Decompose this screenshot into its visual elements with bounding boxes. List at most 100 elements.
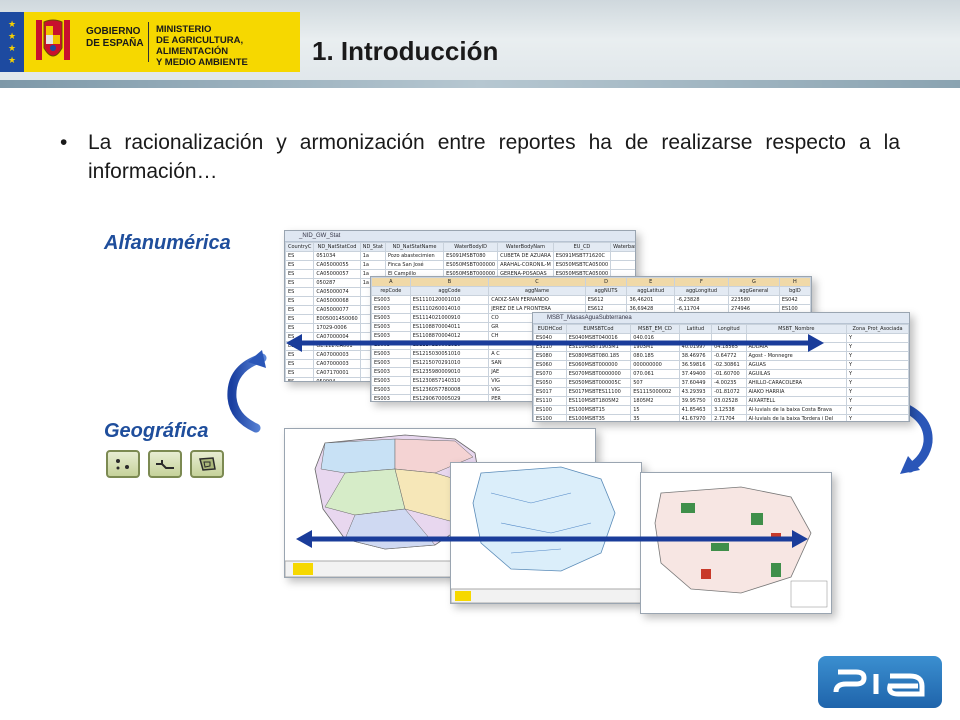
column-header: aggNUTS [584, 286, 628, 296]
column-letter: F [674, 277, 729, 287]
column-letter: E [626, 277, 676, 287]
table-cell: -4.00235 [711, 378, 747, 388]
table-cell [610, 251, 635, 261]
sheet-title: _NID_GW_Stat [285, 231, 635, 242]
table-cell: CA05000055 [313, 260, 361, 270]
table-cell: ES110 [533, 396, 567, 406]
column-header: bgID [778, 286, 811, 296]
table-cell: AIXARTELL [745, 396, 848, 406]
page-title: 1. Introducción [312, 36, 499, 66]
sia-logo [818, 656, 942, 708]
table-cell: ES1290670005029 [409, 394, 490, 401]
table-cell: ES1110260014010 [409, 304, 490, 314]
table-cell: ES [285, 260, 315, 270]
table-cell: ES [285, 359, 315, 369]
table-cell: 1805M2 [630, 396, 680, 406]
table-cell: 050994 [313, 377, 361, 381]
spreadsheet-groundwater-bodies: MSBT_MasasAguaSubterranea EUDHCod EUMSBT… [532, 312, 910, 422]
table-cell [610, 260, 635, 270]
table-cell: ES003 [371, 367, 411, 377]
table-cell: ES [285, 314, 315, 324]
table-cell: 41.85463 [678, 405, 713, 415]
table-cell: 3.12538 [711, 405, 747, 415]
table-cell: ES060 [533, 360, 567, 370]
government-name: GOBIERNO DE ESPAÑA [86, 26, 144, 50]
column-header: aggName [488, 286, 586, 296]
table-cell: Y [846, 414, 909, 421]
column-header: WaterBodyID [443, 242, 499, 252]
table-cell: ES003 [371, 295, 411, 305]
table-cell: ES100MSBT15 [565, 405, 632, 415]
table-cell: ES110MSBT1805M2 [565, 396, 632, 406]
table-cell: ARAHAL-CORONIL-M [497, 260, 554, 270]
table-cell: ES003 [371, 358, 411, 368]
table-cell: 35 [630, 414, 680, 421]
bullet-marker: • [60, 131, 68, 154]
table-cell: Y [846, 333, 909, 343]
bullet-text: La racionalización y armonización entre … [88, 131, 900, 183]
table-header-row: repCode aggCode aggName aggNUTS aggLatit… [371, 286, 811, 296]
table-row: ES003 ES1110120001010 CADIZ-SAN FERNANDO ES… [371, 295, 811, 305]
gov-line-1: GOBIERNO [86, 26, 141, 37]
table-cell: ES1235980009010 [409, 367, 490, 377]
polygon-icon [190, 450, 224, 478]
ministry-line-1: MINISTERIO [156, 24, 212, 35]
column-letter: G [727, 277, 780, 287]
table-cell: Pozo abastecimien [384, 251, 445, 261]
table-cell: ES [285, 269, 315, 279]
ministry-line-3: Y MEDIO AMBIENTE [156, 57, 248, 68]
label-geografica: Geográfica [104, 420, 209, 442]
table-cell: Y [846, 405, 909, 415]
coat-of-arms-icon [36, 19, 70, 60]
table-cell: 000000000 [630, 360, 680, 370]
table-cell: E005001450060 [313, 314, 361, 324]
table-cell: ES050 [533, 378, 567, 388]
table-cell: Y [846, 396, 909, 406]
table-row: ES017 ES017MSBTES11100 ES1115000002 43.2939… [533, 387, 909, 397]
table-cell: ES1110120001010 [409, 295, 490, 305]
table-cell: ES [285, 287, 315, 297]
table-cell: 37.60449 [678, 378, 713, 388]
table-cell: 43.29393 [678, 387, 713, 397]
table-cell: CA05000077 [313, 305, 361, 315]
table-row: ES CA05000055 1a Finca San José ES050MSBT000… [285, 260, 635, 270]
table-row: ES100 ES100MSBT15 15 41.85463 3.12538 Al·luvi… [533, 405, 909, 415]
table-cell: -01.81072 [711, 387, 747, 397]
table-cell: CA05000074 [313, 287, 361, 297]
table-cell: ES1108870004011 [409, 322, 490, 332]
sia-logo-icon [833, 669, 925, 697]
government-logo: GOBIERNO DE ESPAÑA MINISTERIO DE AGRICUL… [24, 12, 300, 72]
column-header: repCode [371, 286, 411, 296]
table-cell: CA05000068 [313, 296, 361, 306]
table-cell: CA07170001 [313, 368, 361, 378]
line-icon [148, 450, 182, 478]
table-cell: 1a [359, 260, 386, 270]
table-cell: -6,23828 [674, 295, 729, 305]
column-header: EU_CD [552, 242, 612, 252]
table-cell: ES612 [584, 295, 628, 305]
table-cell: ES100 [533, 405, 567, 415]
table-row: ES060 ES060MSBT000000 000000000 36.59816 -02… [533, 360, 909, 370]
table-cell: Y [846, 378, 909, 388]
table-cell: ES1215070291010 [409, 358, 490, 368]
table-cell: ES060MSBT000000 [565, 360, 632, 370]
table-row: ES050 ES050MSBT000005C 507 37.60449 -4.00235… [533, 378, 909, 388]
geometry-icons [106, 450, 224, 478]
table-cell: ES050MSBT000005C [565, 378, 632, 388]
table-cell: Al·luvials de la baixa Costa Brava [745, 405, 848, 415]
column-header: ND_NatStatCod [313, 242, 361, 252]
table-cell: Y [846, 351, 909, 361]
double-arrow-maps-icon [296, 530, 808, 548]
table-cell: CUBETA DE AZUARA [497, 251, 554, 261]
table-cell: 1a [359, 251, 386, 261]
ministry-line-2: DE AGRICULTURA, ALIMENTACIÓN [156, 35, 244, 57]
table-cell: ES [285, 368, 315, 378]
table-cell: ES [285, 251, 315, 261]
table-cell: 37.49400 [678, 369, 713, 379]
table-cell: 507 [630, 378, 680, 388]
column-header: WaterBodyNam [497, 242, 554, 252]
table-cell: ES1236057780008 [409, 385, 490, 395]
table-cell: 070.061 [630, 369, 680, 379]
table-cell: ES100 [533, 414, 567, 421]
table-cell: CADIZ-SAN FERNANDO [488, 295, 586, 305]
